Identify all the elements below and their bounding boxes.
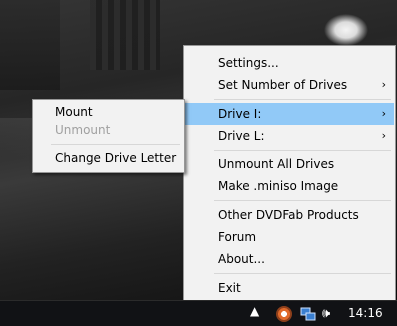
menu-item-label: Mount bbox=[55, 105, 93, 119]
menu-item-label: Make .miniso Image bbox=[218, 179, 339, 193]
menu-item-exit[interactable]: Exit bbox=[185, 277, 394, 299]
menu-item-make-miniso-image[interactable]: Make .miniso Image bbox=[185, 175, 394, 197]
drive-submenu: Mount Unmount Change Drive Letter bbox=[32, 99, 185, 173]
menu-item-label: Settings... bbox=[218, 56, 279, 70]
taskbar-clock[interactable]: 14:16 bbox=[348, 301, 383, 326]
chevron-right-icon: › bbox=[381, 78, 386, 91]
network-icon[interactable] bbox=[300, 306, 316, 322]
menu-separator bbox=[214, 200, 391, 201]
chevron-right-icon: › bbox=[381, 107, 386, 120]
desktop-wallpaper-building bbox=[90, 0, 160, 70]
menu-item-label: Exit bbox=[218, 281, 241, 295]
show-hidden-icons-arrow-icon[interactable]: ▲ bbox=[250, 304, 260, 320]
desktop-wallpaper-shadow bbox=[0, 0, 60, 90]
menu-item-label: Drive L: bbox=[218, 129, 265, 143]
menu-separator bbox=[214, 150, 391, 151]
menu-separator bbox=[214, 99, 391, 100]
menu-item-other-dvdfab-products[interactable]: Other DVDFab Products bbox=[185, 204, 394, 226]
chevron-right-icon: › bbox=[381, 129, 386, 142]
menu-item-drive-i[interactable]: Drive I: › bbox=[185, 103, 394, 125]
taskbar: ▲ 🕪 14:16 bbox=[0, 300, 397, 326]
menu-item-label: Unmount All Drives bbox=[218, 157, 335, 171]
menu-item-settings[interactable]: Settings... bbox=[185, 52, 394, 74]
dvdfab-virtual-drive-icon[interactable] bbox=[276, 306, 292, 322]
menu-item-label: Forum bbox=[218, 230, 257, 244]
tray-context-menu: Settings... Set Number of Drives › Drive… bbox=[183, 45, 396, 302]
menu-item-unmount-all-drives[interactable]: Unmount All Drives bbox=[185, 153, 394, 175]
volume-icon[interactable]: 🕪 bbox=[322, 306, 338, 322]
submenu-item-unmount: Unmount bbox=[34, 119, 183, 141]
menu-item-set-number-of-drives[interactable]: Set Number of Drives › bbox=[185, 74, 394, 96]
menu-item-label: Drive I: bbox=[218, 107, 262, 121]
menu-item-label: Change Drive Letter bbox=[55, 151, 177, 165]
menu-item-about[interactable]: About... bbox=[185, 248, 394, 270]
menu-item-forum[interactable]: Forum bbox=[185, 226, 394, 248]
menu-separator bbox=[51, 144, 180, 145]
menu-item-label: Other DVDFab Products bbox=[218, 208, 359, 222]
submenu-item-change-drive-letter[interactable]: Change Drive Letter bbox=[34, 147, 183, 169]
menu-separator bbox=[214, 273, 391, 274]
menu-item-label: Set Number of Drives bbox=[218, 78, 348, 92]
menu-item-label: Unmount bbox=[55, 123, 111, 137]
menu-item-label: About... bbox=[218, 252, 265, 266]
menu-item-drive-l[interactable]: Drive L: › bbox=[185, 125, 394, 147]
